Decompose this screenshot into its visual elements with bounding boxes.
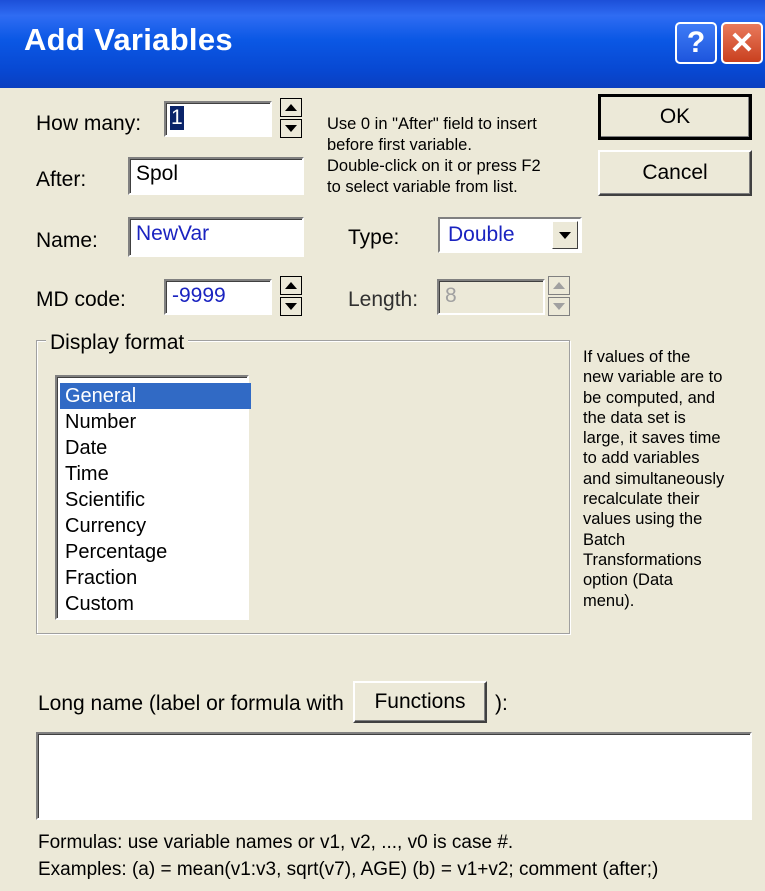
length-value: 8 [445, 284, 457, 307]
note-line: Transformations [583, 550, 702, 569]
note-line: If values of the [583, 348, 691, 366]
add-variables-dialog: Add Variables ? ✕ How many: 1 After: Spo… [0, 0, 765, 891]
hint-line: to select variable from list. [327, 178, 518, 196]
note-line: be computed, and [583, 388, 716, 407]
how-many-spinner[interactable] [280, 98, 302, 140]
md-code-value: -9999 [172, 284, 226, 307]
after-input[interactable]: Spol [128, 157, 304, 195]
spin-down-icon[interactable] [280, 297, 302, 316]
display-format-list[interactable]: General Number Date Time Scientific Curr… [55, 375, 251, 620]
type-value: Double [448, 223, 515, 246]
list-item-number[interactable]: Number [63, 409, 245, 435]
formulas-help: Formulas: use variable names or v1, v2, … [38, 832, 514, 853]
long-name-label-end: ): [495, 692, 508, 715]
spin-up-icon[interactable] [280, 98, 302, 117]
spin-up-icon[interactable] [548, 276, 570, 295]
list-item-general[interactable]: General [60, 383, 251, 409]
chevron-down-icon[interactable] [552, 221, 578, 249]
list-item-date[interactable]: Date [63, 435, 245, 461]
batch-note: If values of the new variable are to be … [583, 347, 763, 611]
list-item-percentage[interactable]: Percentage [63, 539, 245, 565]
length-spinner[interactable] [548, 276, 570, 318]
name-value: NewVar [136, 222, 210, 245]
hint-line: Use 0 in "After" field to insert [327, 115, 537, 133]
list-item-scientific[interactable]: Scientific [63, 487, 245, 513]
how-many-label: How many: [36, 112, 142, 135]
after-value: Spol [136, 162, 179, 185]
long-name-label: Long name (label or formula with [38, 692, 344, 715]
type-label: Type: [348, 226, 400, 249]
note-line: option (Data [583, 571, 673, 590]
spin-down-icon[interactable] [548, 297, 570, 316]
length-label: Length: [348, 288, 419, 311]
close-icon[interactable]: ✕ [721, 22, 763, 64]
title-bar[interactable]: Add Variables ? ✕ [0, 0, 765, 88]
insert-hint: Use 0 in "After" field to insert before … [327, 114, 541, 198]
examples-help: Examples: (a) = mean(v1:v3, sqrt(v7), AG… [38, 859, 659, 880]
list-item-currency[interactable]: Currency [63, 513, 245, 539]
spin-up-icon[interactable] [280, 276, 302, 295]
hint-line: before first variable. [327, 136, 472, 154]
note-line: large, it saves time [583, 429, 721, 448]
long-name-textarea[interactable] [36, 732, 752, 820]
length-input[interactable]: 8 [437, 279, 545, 315]
how-many-input[interactable]: 1 [164, 101, 272, 137]
list-item-fraction[interactable]: Fraction [63, 565, 245, 591]
help-icon[interactable]: ? [675, 22, 717, 64]
note-line: Batch [583, 530, 626, 549]
note-line: recalculate their [583, 490, 700, 509]
name-input[interactable]: NewVar [128, 217, 304, 257]
note-line: and simultaneously [583, 469, 725, 488]
list-item-time[interactable]: Time [63, 461, 245, 487]
md-code-input[interactable]: -9999 [164, 279, 272, 315]
spin-down-icon[interactable] [280, 119, 302, 138]
cancel-button[interactable]: Cancel [598, 150, 752, 196]
note-line: new variable are to [583, 368, 723, 387]
note-line: values using the [583, 510, 703, 529]
md-code-label: MD code: [36, 288, 126, 311]
md-code-spinner[interactable] [280, 276, 302, 318]
how-many-value: 1 [170, 106, 184, 130]
note-line: to add variables [583, 449, 700, 468]
type-select[interactable]: Double [438, 217, 582, 253]
display-format-title: Display format [46, 331, 189, 355]
note-line: the data set is [583, 408, 686, 427]
functions-button[interactable]: Functions [353, 681, 487, 723]
window-title: Add Variables [24, 22, 233, 57]
note-line: menu). [583, 591, 635, 610]
hint-line: Double-click on it or press F2 [327, 157, 541, 175]
name-label: Name: [36, 229, 98, 252]
ok-button[interactable]: OK [598, 94, 752, 140]
list-item-custom[interactable]: Custom [63, 591, 245, 617]
after-label: After: [36, 168, 87, 191]
